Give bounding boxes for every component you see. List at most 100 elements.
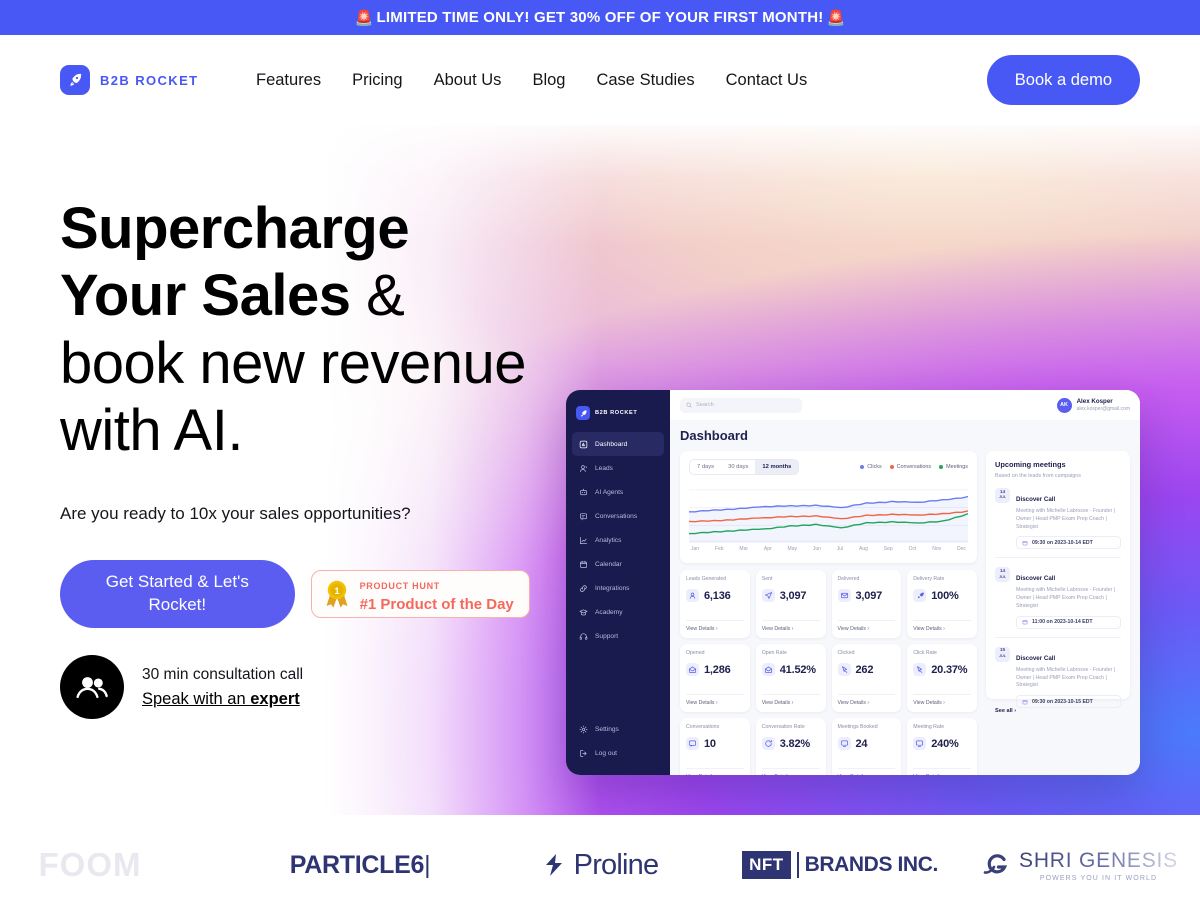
nav-item-case-studies[interactable]: Case Studies <box>596 71 694 90</box>
view-details-link[interactable]: View Details › <box>913 694 971 712</box>
sidebar-item-ai-agents[interactable]: AI Agents <box>572 480 664 504</box>
sidebar-item-log-out[interactable]: Log out <box>572 741 664 765</box>
view-details-link[interactable]: View Details › <box>837 768 896 775</box>
kpi-value: 240% <box>931 737 959 750</box>
view-details-link[interactable]: View Details › <box>913 620 971 638</box>
meeting-time: 11:00 on 2023-10-14 EDT <box>1016 615 1121 629</box>
kpi-label: Delivered <box>837 576 860 582</box>
view-details-link[interactable]: View Details › <box>761 620 820 638</box>
meeting-item[interactable]: 15 JUL Discover Call Meeting with Michelle … <box>995 636 1121 709</box>
site-header: B2B ROCKET Features Pricing About Us Blo… <box>0 35 1200 125</box>
chat-icon <box>580 512 587 520</box>
search-input[interactable]: Search <box>680 397 802 413</box>
kpi-label: Sent <box>761 576 773 582</box>
sidebar-item-academy[interactable]: Academy <box>572 600 664 624</box>
sidebar-bottom-group: Settings Log out <box>566 717 670 775</box>
chart-header: 7 days 30 days 12 months Clicks Conversa… <box>689 459 968 475</box>
kpi-card: Meetings Booked 24 View Details › <box>831 718 902 775</box>
meeting-date-badge: 15 JUL <box>995 646 1010 662</box>
range-12-months[interactable]: 12 months <box>755 460 799 474</box>
mail-open-icon <box>686 663 699 676</box>
chart-plot <box>689 481 968 543</box>
meeting-title: Discover Call <box>1016 654 1056 662</box>
sidebar-item-analytics[interactable]: Analytics <box>572 528 664 552</box>
user-info: Alex Kosper alex.kosper@gmail.com <box>1077 398 1130 412</box>
headset-icon <box>579 632 588 640</box>
sidebar-item-conversations[interactable]: Conversations <box>572 504 664 528</box>
kpi-card: Clicked 262 View Details › <box>831 644 902 712</box>
mail-open-icon <box>761 663 775 676</box>
dashboard-brand: B2B ROCKET <box>566 402 670 432</box>
meeting-description: Meeting with Michelle Labrosse - Founder… <box>1016 587 1116 609</box>
view-details-link[interactable]: View Details › <box>686 620 744 638</box>
view-details-link[interactable]: View Details › <box>913 768 971 775</box>
range-7-days[interactable]: 7 days <box>690 460 721 474</box>
see-all-link[interactable]: See all › <box>995 708 1121 714</box>
performance-chart-card: 7 days 30 days 12 months Clicks Conversa… <box>680 451 977 563</box>
meeting-date-badge: 14 JUL <box>995 567 1010 583</box>
view-details-link[interactable]: View Details › <box>837 694 896 712</box>
book-a-demo-button[interactable]: Book a demo <box>986 55 1140 105</box>
meeting-time: 09:30 on 2023-10-15 EDT <box>1016 695 1121 709</box>
logo-foom: FOOM <box>38 846 142 883</box>
rocket-icon <box>913 589 927 602</box>
sidebar-item-settings[interactable]: Settings <box>572 717 664 741</box>
meeting-item[interactable]: 14 JUL Discover Call Meeting with Michelle … <box>995 479 1121 550</box>
logo-nft-brands: NFT BRANDS INC. <box>720 851 960 879</box>
sidebar-label: AI Agents <box>595 488 624 496</box>
svg-text:1: 1 <box>334 586 339 596</box>
nav-item-blog[interactable]: Blog <box>532 71 565 90</box>
sidebar-label: Academy <box>595 608 623 616</box>
nav-item-about-us[interactable]: About Us <box>434 71 502 90</box>
dashboard-left-column: 7 days 30 days 12 months Clicks Conversa… <box>680 451 977 775</box>
view-details-link[interactable]: View Details › <box>686 694 744 712</box>
upcoming-meetings-card: Upcoming meetings Based on the leads fro… <box>986 451 1130 714</box>
kpi-label: Meeting Rate <box>913 724 945 730</box>
nav-item-features[interactable]: Features <box>256 71 321 90</box>
speak-with-expert-link[interactable]: Speak with an expert <box>142 690 303 709</box>
kpi-grid: Leads Generated 6,136 View Details › Sent 3,… <box>680 570 977 775</box>
view-details-link[interactable]: View Details › <box>761 768 820 775</box>
sidebar-item-leads[interactable]: Leads <box>572 456 664 480</box>
kpi-value: 20.37% <box>931 663 968 676</box>
user-icon <box>686 589 699 602</box>
page-title: Supercharge Your Sales & book new revenu… <box>60 195 530 464</box>
get-started-button[interactable]: Get Started & Let's Rocket! <box>60 560 295 629</box>
kpi-label: Click Rate <box>913 650 937 656</box>
speak-prefix: Speak with an <box>142 689 251 708</box>
client-logo-strip: FOOM PARTICLE6| Proline NFT BRANDS INC. <box>0 830 1200 900</box>
sidebar-item-dashboard[interactable]: Dashboard <box>572 432 664 456</box>
product-hunt-badge[interactable]: 1 PRODUCT HUNT #1 Product of the Day <box>310 570 530 619</box>
kpi-value: 3,097 <box>855 589 883 602</box>
promo-banner[interactable]: 🚨 LIMITED TIME ONLY! GET 30% OFF OF YOUR… <box>0 0 1200 35</box>
sidebar-item-support[interactable]: Support <box>572 624 664 648</box>
logo-shri-genesis: SHRI GENESIS POWERS YOU IN IT WORLD <box>960 849 1200 882</box>
search-placeholder: Search <box>696 402 714 408</box>
sidebar-item-calendar[interactable]: Calendar <box>572 552 664 576</box>
meeting-item[interactable]: 14 JUL Discover Call Meeting with Michelle … <box>995 557 1121 629</box>
kpi-label: Conversations <box>686 724 720 730</box>
brand-logo[interactable]: B2B ROCKET <box>60 65 256 95</box>
sidebar-label: Analytics <box>595 536 622 544</box>
user-icon <box>580 464 587 472</box>
sidebar-item-integrations[interactable]: Integrations <box>572 576 664 600</box>
user-menu[interactable]: AK Alex Kosper alex.kosper@gmail.com <box>1056 397 1130 413</box>
view-details-link[interactable]: View Details › <box>686 768 744 775</box>
nav-item-contact-us[interactable]: Contact Us <box>726 71 808 90</box>
lightning-icon <box>545 854 562 876</box>
product-hunt-eyebrow: PRODUCT HUNT <box>359 580 440 591</box>
range-30-days[interactable]: 30 days <box>721 460 755 474</box>
hero-section: Supercharge Your Sales & book new revenu… <box>0 125 1200 815</box>
logo-proline: Proline <box>480 849 720 882</box>
view-details-link[interactable]: View Details › <box>761 694 820 712</box>
send-icon <box>761 589 775 602</box>
kpi-card: Conversations 10 View Details › <box>680 718 750 775</box>
rocket-icon <box>60 65 90 95</box>
kpi-label: Meetings Booked <box>837 724 878 730</box>
cursor-icon <box>837 663 851 676</box>
meeting-description: Meeting with Michelle Labrosse - Founder… <box>1016 508 1116 530</box>
kpi-value: 41.52% <box>779 663 816 676</box>
view-details-link[interactable]: View Details › <box>837 620 896 638</box>
nav-item-pricing[interactable]: Pricing <box>352 71 402 90</box>
gear-icon <box>579 725 588 733</box>
